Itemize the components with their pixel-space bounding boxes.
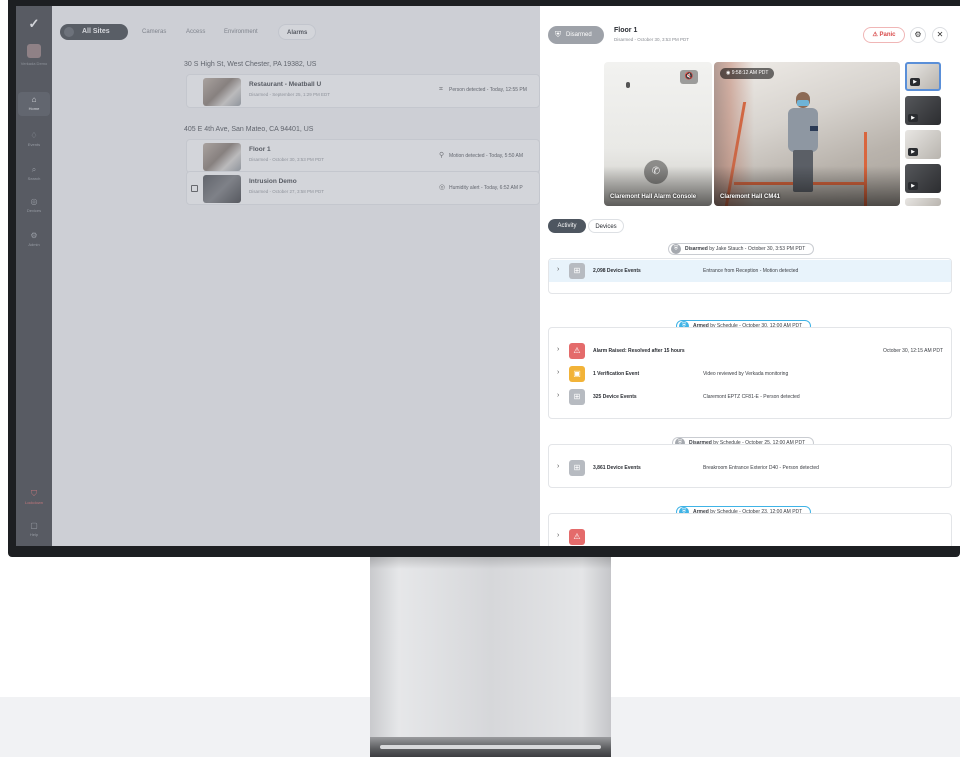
- panel-title: Floor 1: [614, 27, 638, 34]
- event-description: Breakroom Entrance Exterior D40 - Person…: [703, 465, 819, 471]
- alarm-bell-icon: ⚠: [872, 32, 880, 38]
- status-badge: ⛨ Disarmed: [548, 26, 604, 44]
- scene: ✓ Verkada Demo ⌂ Home ♢ Events ⌕ Search …: [0, 0, 960, 757]
- wall-sensor: [626, 82, 630, 88]
- monitor-stand: [370, 555, 611, 757]
- timeline-group: › ⊞ 3,861 Device Events Breakroom Entran…: [548, 444, 952, 488]
- chevron-right-icon[interactable]: ›: [557, 392, 559, 399]
- panel-subtitle: Disarmed - October 30, 3:53 PM PDT: [614, 37, 690, 42]
- camera-gradient: [604, 166, 712, 206]
- chevron-right-icon[interactable]: ›: [557, 463, 559, 470]
- event-description: Video reviewed by Verkada monitoring: [703, 371, 789, 377]
- timeline-group: › ⚠: [548, 513, 952, 546]
- shield-icon: ⛨: [671, 244, 681, 254]
- device-grid-icon: ⊞: [569, 263, 585, 279]
- event-title: 1 Verification Event: [593, 371, 640, 377]
- camera-label: Claremont Hall Alarm Console: [610, 194, 697, 200]
- camera-thumbnail[interactable]: ▶: [905, 62, 941, 91]
- activity-timeline: ⛨ Disarmed by Jake Stauch - October 30, 3…: [540, 238, 960, 546]
- event-title: 2,098 Device Events: [593, 268, 641, 274]
- camera-thumbnail[interactable]: ▶: [905, 130, 941, 159]
- alarm-detail-panel: ⛨ Disarmed Floor 1 Disarmed - October 30…: [540, 6, 960, 546]
- gear-icon: ⚙: [914, 30, 922, 39]
- chevron-right-icon[interactable]: ›: [557, 532, 559, 539]
- status-label: Disarmed: [566, 32, 592, 38]
- event-title: 325 Device Events: [593, 394, 637, 400]
- close-button[interactable]: ✕: [932, 27, 948, 43]
- tab-devices[interactable]: Devices: [588, 219, 624, 233]
- stand-shadow: [370, 555, 611, 569]
- chevron-right-icon[interactable]: ›: [557, 266, 559, 273]
- timeline-marker: ⛨ Disarmed by Jake Stauch - October 30, 3…: [668, 243, 815, 255]
- timestamp-text: 9:58:12 AM PDT: [731, 70, 769, 76]
- person-phone: [810, 126, 818, 131]
- event-row[interactable]: › ⊞ 2,098 Device Events Entrance from Re…: [549, 260, 951, 282]
- video-verify-icon: ▣: [569, 366, 585, 382]
- device-grid-icon: ⊞: [569, 460, 585, 476]
- panic-label: Panic: [879, 32, 896, 38]
- mute-icon[interactable]: 🔇: [680, 70, 698, 84]
- camera-icon: ▶: [910, 78, 920, 86]
- panic-button[interactable]: ⚠ Panic: [863, 27, 905, 43]
- marker-status: Disarmed: [685, 246, 708, 252]
- camera-feed-alarm-console[interactable]: 🔇 ✆ Claremont Hall Alarm Console: [604, 62, 712, 206]
- timestamp-badge: ◉ 9:58:12 AM PDT: [720, 68, 775, 79]
- camera-thumbnail[interactable]: ▶: [905, 164, 941, 193]
- alarm-icon: ⚠: [569, 529, 585, 545]
- camera-icon: ▶: [908, 114, 918, 122]
- event-row[interactable]: › ⚠ Alarm Raised: Resolved after 15 hour…: [549, 340, 951, 362]
- tab-activity[interactable]: Activity: [548, 219, 586, 233]
- event-row[interactable]: › ⊞ 3,861 Device Events Breakroom Entran…: [549, 457, 951, 479]
- camera-icon: ▶: [908, 148, 918, 156]
- modal-overlay[interactable]: [16, 6, 540, 546]
- marker-detail: by Jake Stauch - October 30, 3:53 PM PDT: [709, 246, 806, 252]
- camera-label: Claremont Hall CM41: [720, 194, 781, 200]
- camera-feed-cm41[interactable]: ◉ 9:58:12 AM PDT Claremont Hall CM41: [714, 62, 900, 206]
- camera-gradient: [714, 166, 900, 206]
- settings-button[interactable]: ⚙: [910, 27, 926, 43]
- device-grid-icon: ⊞: [569, 389, 585, 405]
- event-description: Entrance from Reception - Motion detecte…: [703, 268, 799, 274]
- event-row[interactable]: › ⊞ 325 Device Events Claremont EPTZ CF8…: [549, 386, 951, 408]
- chevron-right-icon[interactable]: ›: [557, 369, 559, 376]
- close-icon: ✕: [936, 30, 944, 39]
- camera-thumbnail[interactable]: [905, 198, 941, 206]
- event-title: Alarm Raised: Resolved after 15 hours: [593, 348, 685, 354]
- app-screen: ✓ Verkada Demo ⌂ Home ♢ Events ⌕ Search …: [16, 6, 960, 546]
- event-title: 3,861 Device Events: [593, 465, 641, 471]
- event-time: October 30, 12:15 AM PDT: [882, 348, 943, 354]
- alarm-icon: ⚠: [569, 343, 585, 359]
- chevron-right-icon[interactable]: ›: [557, 346, 559, 353]
- event-description: Claremont EPTZ CF81-E - Person detected: [703, 394, 800, 400]
- person-mask: [797, 100, 809, 106]
- camera-thumbnail[interactable]: ▶: [905, 96, 941, 125]
- stand-foot-highlight: [380, 745, 601, 749]
- timeline-group: › ⊞ 2,098 Device Events Entrance from Re…: [548, 258, 952, 294]
- event-row[interactable]: › ▣ 1 Verification Event Video reviewed …: [549, 363, 951, 385]
- shield-icon: ⛨: [555, 30, 561, 39]
- camera-icon: ▶: [908, 182, 918, 190]
- event-row[interactable]: › ⚠: [549, 526, 951, 546]
- timeline-group: › ⚠ Alarm Raised: Resolved after 15 hour…: [548, 327, 952, 419]
